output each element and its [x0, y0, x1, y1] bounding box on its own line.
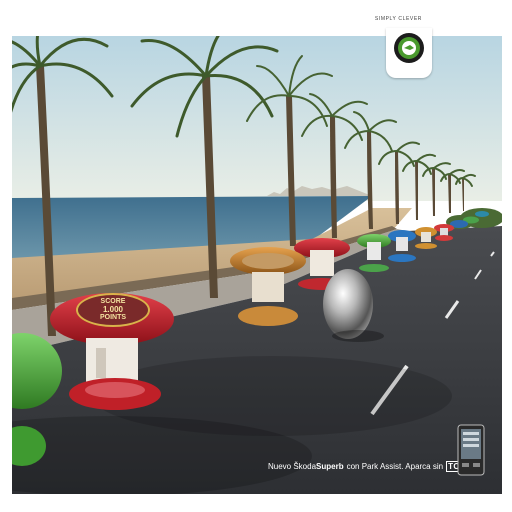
caption-model: Superb — [316, 461, 344, 471]
scene-illustration — [12, 36, 502, 494]
skoda-logo-icon — [393, 32, 425, 64]
phone-device-icon — [457, 424, 485, 476]
score-badge: SCORE 1.000 POINTS — [76, 293, 150, 327]
caption-prefix: Nuevo Škoda — [268, 461, 317, 471]
ad-caption: Nuevo Škoda Superb con Park Assist. Aparc… — [268, 458, 481, 474]
score-badge-line2: 1.000 — [102, 305, 124, 314]
caption-middle: con Park Assist. Aparca sin — [346, 461, 444, 471]
tagline: SIMPLY CLEVER — [374, 16, 422, 22]
score-badge-line3: POINTS — [99, 314, 127, 321]
beach-road-scene: SCORE 1.000 POINTS — [12, 36, 502, 494]
